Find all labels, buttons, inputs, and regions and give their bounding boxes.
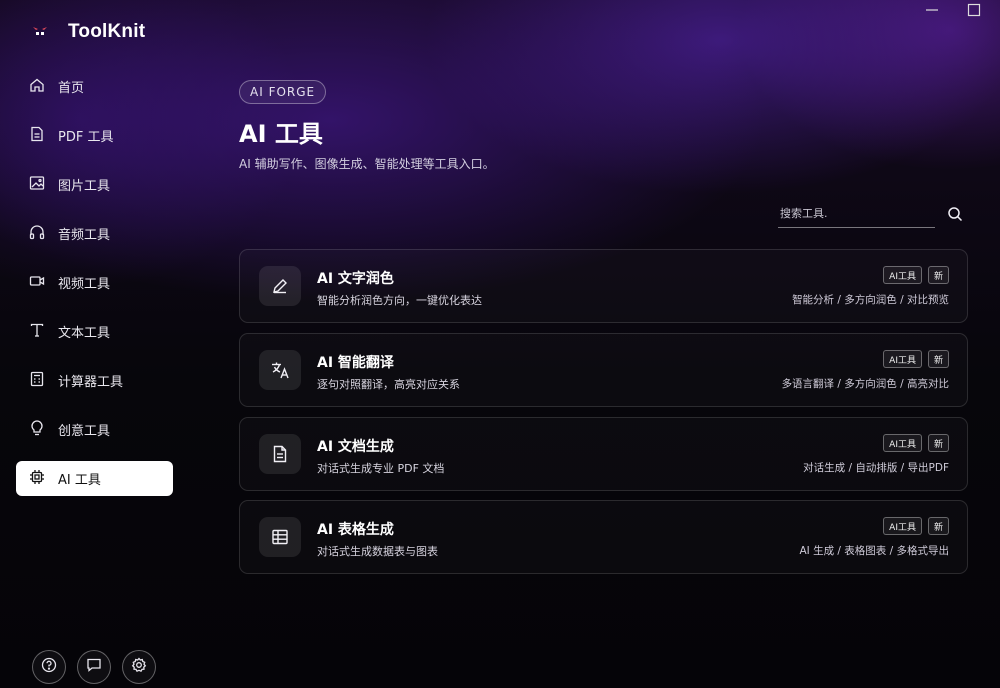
card-description: 逐句对照翻译，高亮对应关系 [317, 378, 460, 391]
section-badge: AI FORGE [239, 80, 327, 104]
sidebar-item-home[interactable]: 首页 [16, 69, 173, 104]
image-icon [29, 175, 45, 195]
card-features: 对话生成 / 自动排版 / 导出PDF [803, 462, 949, 474]
document-icon [29, 126, 45, 146]
tool-card-text-polish[interactable]: AI 文字润色 智能分析润色方向，一键优化表达 AI工具 新 智能分析 / 多方… [239, 249, 968, 323]
sidebar-item-label: 文本工具 [58, 326, 111, 341]
tag-new: 新 [927, 434, 949, 452]
card-title: AI 智能翻译 [317, 355, 394, 371]
card-tags: AI工具 新 [883, 434, 949, 452]
settings-icon [131, 657, 147, 677]
search-input[interactable] [778, 200, 935, 228]
table-icon [259, 517, 301, 557]
sidebar-item-label: 视频工具 [58, 277, 111, 292]
tag-ai-tool: AI工具 [883, 266, 922, 284]
sidebar-bottom-tools [32, 650, 156, 684]
tag-ai-tool: AI工具 [883, 434, 922, 452]
help-button[interactable] [32, 650, 66, 684]
sidebar-item-ai[interactable]: AI 工具 [16, 461, 173, 496]
logo-icon [30, 20, 50, 44]
tag-new: 新 [927, 266, 949, 284]
sidebar-item-label: AI 工具 [58, 473, 101, 488]
sidebar-nav: 首页 PDF 工具 图片工具 音频工具 视频工具 文本工具 计算器工具 创意工具… [16, 69, 173, 510]
sidebar-item-text[interactable]: 文本工具 [16, 314, 173, 349]
tool-card-list: AI 文字润色 智能分析润色方向，一键优化表达 AI工具 新 智能分析 / 多方… [239, 249, 968, 584]
tag-ai-tool: AI工具 [883, 517, 922, 535]
card-description: 对话式生成数据表与图表 [317, 545, 438, 558]
chip-icon [29, 469, 45, 489]
sidebar-item-audio[interactable]: 音频工具 [16, 216, 173, 251]
tool-card-translate[interactable]: AI 智能翻译 逐句对照翻译，高亮对应关系 AI工具 新 多语言翻译 / 多方向… [239, 333, 968, 407]
tool-card-document[interactable]: AI 文档生成 对话式生成专业 PDF 文档 AI工具 新 对话生成 / 自动排… [239, 417, 968, 491]
sidebar-item-label: PDF 工具 [58, 130, 114, 145]
sidebar-item-label: 音频工具 [58, 228, 111, 243]
sidebar-item-label: 图片工具 [58, 179, 111, 194]
page-title: AI 工具 [239, 120, 323, 148]
tag-new: 新 [927, 517, 949, 535]
app-title: ToolKnit [68, 21, 146, 42]
sidebar-item-calculator[interactable]: 计算器工具 [16, 363, 173, 398]
card-tags: AI工具 新 [883, 350, 949, 368]
card-tags: AI工具 新 [883, 517, 949, 535]
tag-new: 新 [927, 350, 949, 368]
card-description: 对话式生成专业 PDF 文档 [317, 462, 445, 475]
help-icon [41, 657, 57, 677]
sidebar-item-creative[interactable]: 创意工具 [16, 412, 173, 447]
app-brand: ToolKnit [30, 20, 145, 44]
card-tags: AI工具 新 [883, 266, 949, 284]
headphones-icon [29, 224, 45, 244]
translate-icon [259, 350, 301, 390]
chat-icon [86, 657, 102, 677]
sidebar-item-label: 计算器工具 [58, 375, 124, 390]
search-icon[interactable] [947, 206, 963, 226]
window-controls [922, 0, 984, 20]
home-icon [29, 77, 45, 97]
card-features: 多语言翻译 / 多方向润色 / 高亮对比 [781, 378, 949, 390]
video-camera-icon [29, 273, 45, 293]
card-description: 智能分析润色方向，一键优化表达 [317, 294, 482, 307]
card-features: AI 生成 / 表格图表 / 多格式导出 [799, 545, 949, 557]
card-title: AI 文字润色 [317, 271, 394, 287]
search-bar [778, 200, 968, 228]
page-subtitle: AI 辅助写作、图像生成、智能处理等工具入口。 [239, 157, 495, 171]
document-text-icon [259, 434, 301, 474]
sidebar-item-label: 创意工具 [58, 424, 111, 439]
lightbulb-icon [29, 419, 45, 440]
minimize-icon[interactable] [922, 0, 942, 20]
sidebar-item-video[interactable]: 视频工具 [16, 265, 173, 300]
sidebar-item-image[interactable]: 图片工具 [16, 167, 173, 202]
sidebar-item-label: 首页 [58, 81, 85, 96]
card-features: 智能分析 / 多方向润色 / 对比预览 [792, 294, 949, 306]
card-title: AI 文档生成 [317, 439, 394, 455]
settings-button[interactable] [122, 650, 156, 684]
feedback-button[interactable] [77, 650, 111, 684]
pencil-icon [259, 266, 301, 306]
maximize-icon[interactable] [964, 0, 984, 20]
sidebar-item-pdf[interactable]: PDF 工具 [16, 118, 173, 153]
tool-card-table[interactable]: AI 表格生成 对话式生成数据表与图表 AI工具 新 AI 生成 / 表格图表 … [239, 500, 968, 574]
calculator-icon [29, 371, 45, 391]
text-icon [29, 322, 45, 342]
tag-ai-tool: AI工具 [883, 350, 922, 368]
card-title: AI 表格生成 [317, 522, 394, 538]
